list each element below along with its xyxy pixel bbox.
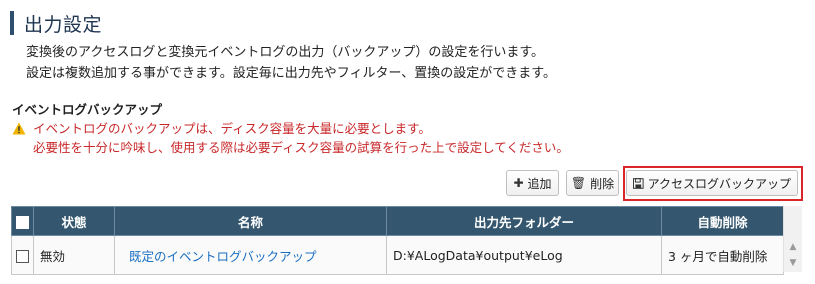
column-header-auto-delete[interactable]: 自動削除 bbox=[661, 206, 784, 236]
highlight-box bbox=[623, 166, 803, 201]
backup-name-link[interactable]: 既定のイベントログバックアップ bbox=[129, 249, 317, 264]
warning-line: 必要性を十分に吟味し、使用する際は必要ディスク容量の試算を行った上で設定してくだ… bbox=[33, 140, 569, 155]
trash-icon: 🗑 bbox=[570, 176, 587, 190]
warning-line: イベントログのバックアップは、ディスク容量を大量に必要とします。 bbox=[33, 121, 431, 136]
plus-icon: ✚ bbox=[513, 176, 524, 190]
scroll-up-icon[interactable]: ▲ bbox=[788, 242, 798, 252]
folder-cell: D:¥ALogData¥output¥eLog bbox=[386, 235, 662, 275]
delete-button-label: 削除 bbox=[590, 176, 615, 191]
title-accent-bar bbox=[10, 11, 14, 35]
auto-delete-cell: 3 ヶ月で自動削除 bbox=[661, 235, 784, 275]
table-row[interactable]: 無効 既定のイベントログバックアップ D:¥ALogData¥output¥eL… bbox=[11, 235, 784, 275]
row-checkbox[interactable] bbox=[16, 249, 29, 263]
page-title: 出力設定 bbox=[24, 13, 103, 36]
add-button[interactable]: ✚ 追加 bbox=[506, 170, 559, 196]
page-description: 変換後のアクセスログと変換元イベントログの出力（バックアップ）の設定を行います。… bbox=[26, 42, 556, 84]
description-line: 設定は複数追加する事ができます。設定毎に出力先やフィルター、置換の設定ができます… bbox=[26, 66, 557, 81]
description-line: 変換後のアクセスログと変換元イベントログの出力（バックアップ）の設定を行います。 bbox=[26, 45, 545, 60]
name-cell: 既定のイベントログバックアップ bbox=[114, 235, 387, 275]
column-header-status[interactable]: 状態 bbox=[33, 206, 115, 236]
select-all-checkbox[interactable] bbox=[16, 215, 29, 229]
scroll-down-icon[interactable]: ▼ bbox=[788, 258, 798, 268]
page-header: 出力設定 bbox=[10, 10, 102, 36]
column-header-folder[interactable]: 出力先フォルダー bbox=[386, 206, 662, 236]
delete-button[interactable]: 🗑 削除 bbox=[566, 170, 619, 196]
column-header-name[interactable]: 名称 bbox=[114, 206, 387, 236]
warning-message: イベントログのバックアップは、ディスク容量を大量に必要とします。 必要性を十分に… bbox=[12, 119, 569, 157]
backup-table: 状態 名称 出力先フォルダー 自動削除 無効 既定のイベントログバックアップ D… bbox=[11, 206, 784, 275]
select-all-cell bbox=[11, 206, 34, 236]
section-title: イベントログバックアップ bbox=[12, 102, 163, 117]
table-scrollbar[interactable]: ▲ ▼ bbox=[783, 206, 802, 272]
status-cell: 無効 bbox=[33, 235, 115, 275]
warning-icon bbox=[12, 122, 26, 135]
row-select-cell bbox=[11, 235, 34, 275]
add-button-label: 追加 bbox=[527, 176, 552, 191]
table-header-row: 状態 名称 出力先フォルダー 自動削除 bbox=[11, 206, 784, 236]
